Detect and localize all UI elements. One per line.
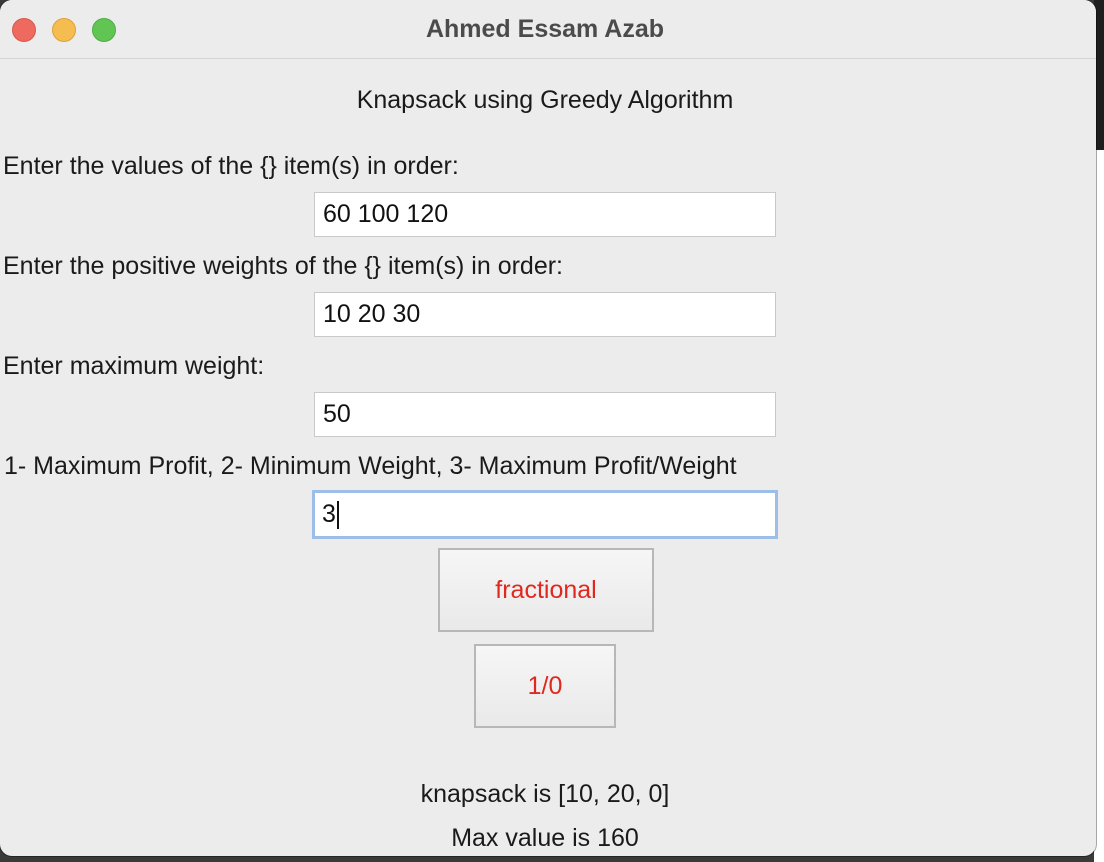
values-label: Enter the values of the {} item(s) in or… [3, 152, 459, 180]
max-weight-label: Enter maximum weight: [3, 352, 265, 380]
title-bar[interactable]: Ahmed Essam Azab [0, 0, 1096, 59]
values-input[interactable] [314, 192, 776, 237]
window-title: Ahmed Essam Azab [425, 15, 665, 43]
fractional-button[interactable]: fractional [438, 548, 654, 632]
strategy-label: 1- Maximum Profit, 2- Minimum Weight, 3-… [4, 452, 737, 480]
strategy-input-value: 3 [322, 500, 336, 528]
max-weight-input[interactable] [314, 392, 776, 437]
text-caret [336, 501, 339, 530]
zero-one-button[interactable]: 1/0 [474, 644, 616, 728]
strategy-input[interactable]: 3 [312, 490, 778, 539]
page-heading: Knapsack using Greedy Algorithm [356, 86, 734, 114]
knapsack-result: knapsack is [10, 20, 0] [420, 780, 670, 808]
max-value-result: Max value is 160 [451, 824, 639, 852]
weights-label: Enter the positive weights of the {} ite… [3, 252, 563, 280]
app-window: Ahmed Essam Azab Knapsack using Greedy A… [0, 0, 1096, 856]
weights-input[interactable] [314, 292, 776, 337]
